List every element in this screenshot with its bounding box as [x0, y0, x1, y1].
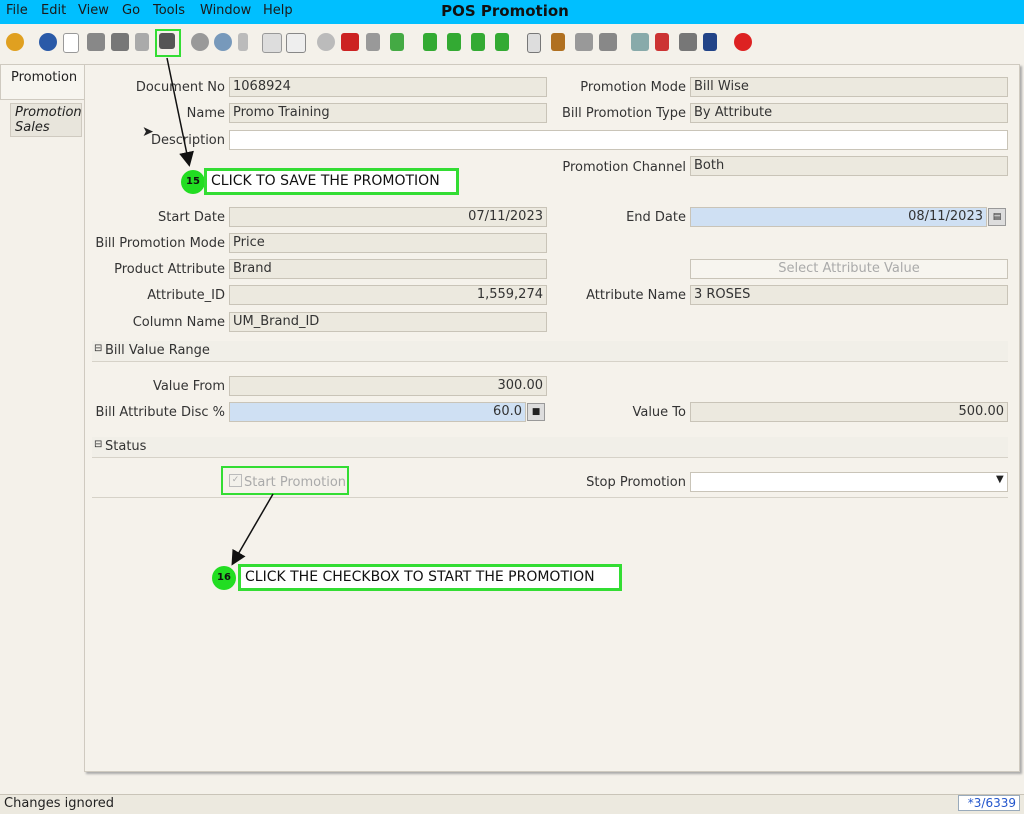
- step-15-arrow: [166, 57, 194, 167]
- step-16-arrow: [231, 493, 274, 566]
- status-message: Changes ignored: [4, 796, 115, 811]
- annotation-arrows: [166, 57, 274, 566]
- record-counter[interactable]: *3/6339: [958, 795, 1020, 811]
- status-bar: [0, 794, 1024, 814]
